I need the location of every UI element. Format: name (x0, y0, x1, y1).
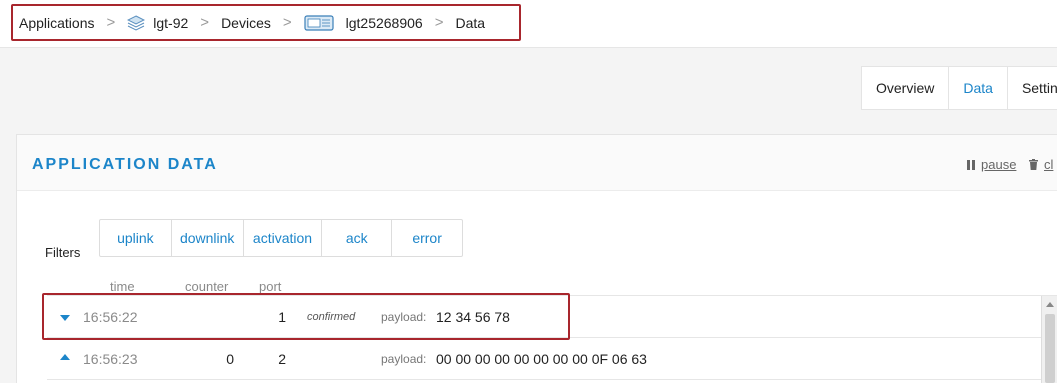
row-time: 16:56:23 (83, 351, 138, 367)
filter-error-button[interactable]: error (392, 220, 462, 256)
breadcrumb-label: Applications (19, 14, 95, 31)
tab-overview[interactable]: Overview (862, 67, 950, 109)
uplink-arrow-icon[interactable] (60, 354, 70, 360)
tab-settings[interactable]: Settin (1008, 67, 1057, 109)
filter-button-group: uplink downlink activation ack error (99, 219, 463, 257)
table-row[interactable]: 16:56:22 1 confirmed payload: 12 34 56 7… (47, 296, 1057, 338)
breadcrumb-device[interactable]: lgt25268906 (304, 14, 423, 32)
top-bar: Applications > lgt-92 > Devices > lgt252 (0, 0, 1057, 48)
tab-data[interactable]: Data (949, 67, 1008, 109)
row-time: 16:56:22 (83, 309, 138, 325)
stack-icon (127, 14, 146, 31)
row-port: 1 (278, 309, 286, 325)
scrollbar-thumb[interactable] (1045, 314, 1055, 383)
breadcrumb-applications[interactable]: Applications (19, 15, 95, 31)
downlink-arrow-icon[interactable] (60, 315, 70, 321)
column-header-counter: counter (185, 279, 229, 294)
breadcrumb-label: lgt25268906 (345, 14, 423, 31)
filter-ack-button[interactable]: ack (322, 220, 393, 256)
column-header-time: time (110, 279, 135, 294)
row-port: 2 (278, 351, 286, 367)
pause-button[interactable]: pause (967, 157, 1016, 172)
clear-label: cl (1044, 157, 1054, 172)
breadcrumb-label: Data (455, 14, 486, 31)
breadcrumb-separator: > (434, 14, 444, 31)
pause-icon (967, 159, 975, 170)
filters-label: Filters (45, 245, 81, 260)
breadcrumb-application-lgt92[interactable]: lgt-92 (127, 15, 188, 31)
filter-downlink-button[interactable]: downlink (172, 220, 244, 256)
column-header-port: port (259, 279, 282, 294)
row-payload-value: 12 34 56 78 (436, 309, 510, 325)
filter-activation-button[interactable]: activation (244, 220, 323, 256)
breadcrumb-devices[interactable]: Devices (221, 15, 271, 31)
table-row[interactable]: 16:56:23 0 2 payload: 00 00 00 00 00 00 … (47, 338, 1057, 380)
row-counter: 0 (226, 351, 234, 367)
scrollbar[interactable] (1041, 296, 1057, 383)
row-payload-label: payload: (381, 352, 427, 366)
panel-title: APPLICATION DATA (32, 156, 218, 173)
trash-icon (1029, 159, 1038, 170)
row-confirmed-tag: confirmed (307, 311, 356, 323)
breadcrumb: Applications > lgt-92 > Devices > lgt252 (11, 4, 521, 41)
pause-label: pause (981, 157, 1017, 172)
row-payload-label: payload: (381, 310, 427, 324)
panel-header: APPLICATION DATA pause cl (17, 135, 1057, 191)
device-icon (304, 14, 334, 31)
breadcrumb-label: lgt-92 (153, 14, 189, 31)
clear-button[interactable]: cl (1029, 157, 1053, 172)
breadcrumb-label: Devices (221, 14, 271, 31)
breadcrumb-separator: > (106, 14, 116, 31)
filter-uplink-button[interactable]: uplink (100, 220, 172, 256)
row-payload-value: 00 00 00 00 00 00 00 00 0F 06 63 (436, 351, 647, 367)
data-rows: 16:56:22 1 confirmed payload: 12 34 56 7… (47, 295, 1057, 383)
scroll-up-icon[interactable] (1046, 302, 1054, 307)
breadcrumb-data[interactable]: Data (455, 15, 485, 31)
breadcrumb-separator: > (200, 14, 210, 31)
application-data-panel: APPLICATION DATA pause cl Filters uplink… (16, 134, 1057, 383)
device-tabs: Overview Data Settin (861, 66, 1057, 110)
breadcrumb-separator: > (282, 14, 292, 31)
